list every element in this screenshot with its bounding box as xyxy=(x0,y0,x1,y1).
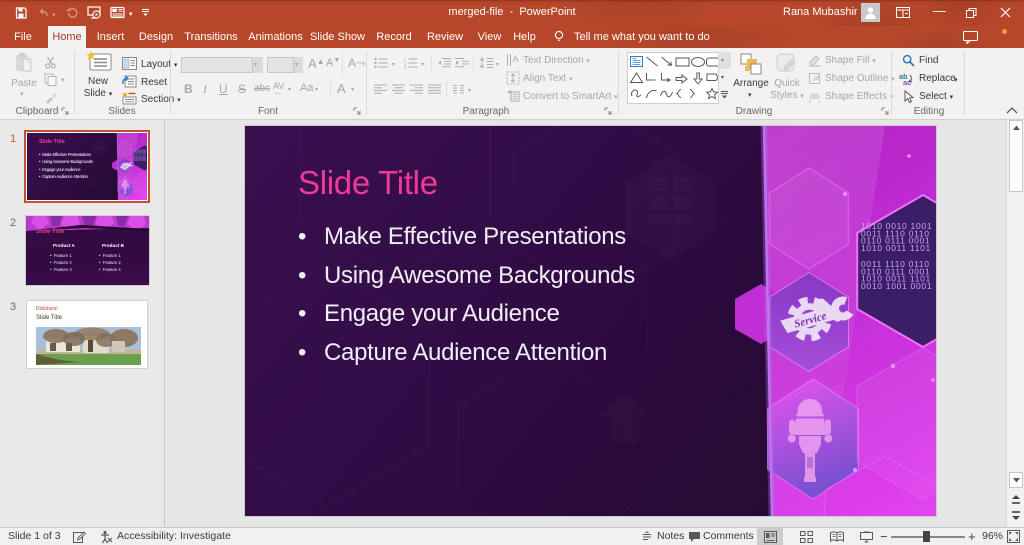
svg-text:A: A xyxy=(513,54,519,64)
svg-text:3: 3 xyxy=(404,65,407,69)
